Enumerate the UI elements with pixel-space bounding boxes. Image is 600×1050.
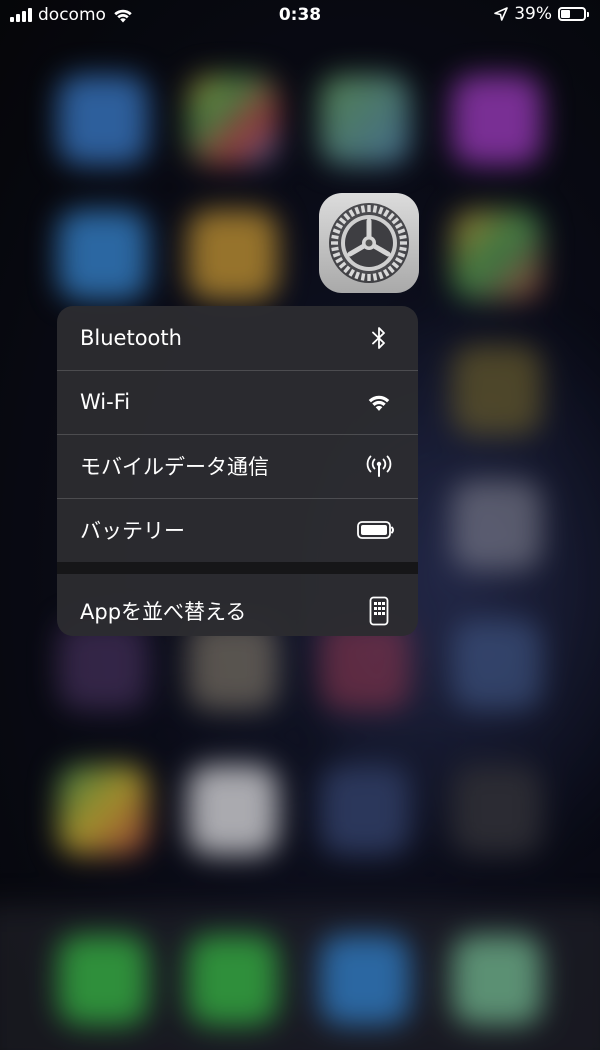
battery-icon bbox=[558, 7, 589, 21]
home-screen: docomo 0:38 39% Bluetooth Wi-Fi モバイルデータ通… bbox=[0, 0, 600, 1050]
quick-action-rearrange-apps[interactable]: Appを並べ替える bbox=[57, 574, 418, 636]
status-bar: docomo 0:38 39% bbox=[0, 0, 600, 30]
quick-action-label: Wi-Fi bbox=[80, 390, 131, 414]
quick-action-menu: Bluetooth Wi-Fi モバイルデータ通信 バッテリー Appを並べ替え… bbox=[57, 306, 418, 636]
settings-gear-icon bbox=[329, 203, 409, 283]
location-arrow-icon bbox=[494, 7, 509, 21]
phone-grid-icon bbox=[362, 594, 396, 628]
battery-percent: 39% bbox=[514, 4, 552, 24]
quick-action-label: モバイルデータ通信 bbox=[80, 455, 269, 479]
battery-level-fill bbox=[561, 10, 570, 18]
gear-tooth bbox=[331, 241, 339, 245]
quick-action-label: バッテリー bbox=[80, 519, 185, 543]
status-right: 39% bbox=[494, 4, 589, 24]
menu-section-divider bbox=[57, 562, 418, 574]
wifi-icon bbox=[362, 385, 396, 419]
gear-tooth bbox=[367, 205, 371, 213]
quick-action-battery[interactable]: バッテリー bbox=[57, 498, 418, 562]
settings-app-icon[interactable] bbox=[319, 193, 419, 293]
bluetooth-icon bbox=[362, 321, 396, 355]
quick-action-label: Appを並べ替える bbox=[80, 600, 247, 624]
cellular-antenna-icon bbox=[362, 449, 396, 483]
gear-tooth bbox=[367, 273, 371, 281]
quick-action-label: Bluetooth bbox=[80, 326, 182, 350]
quick-action-bluetooth[interactable]: Bluetooth bbox=[57, 306, 418, 370]
gear-tooth bbox=[399, 241, 407, 245]
quick-action-mobile-data[interactable]: モバイルデータ通信 bbox=[57, 434, 418, 498]
quick-action-wifi[interactable]: Wi-Fi bbox=[57, 370, 418, 434]
battery-icon bbox=[356, 513, 396, 547]
